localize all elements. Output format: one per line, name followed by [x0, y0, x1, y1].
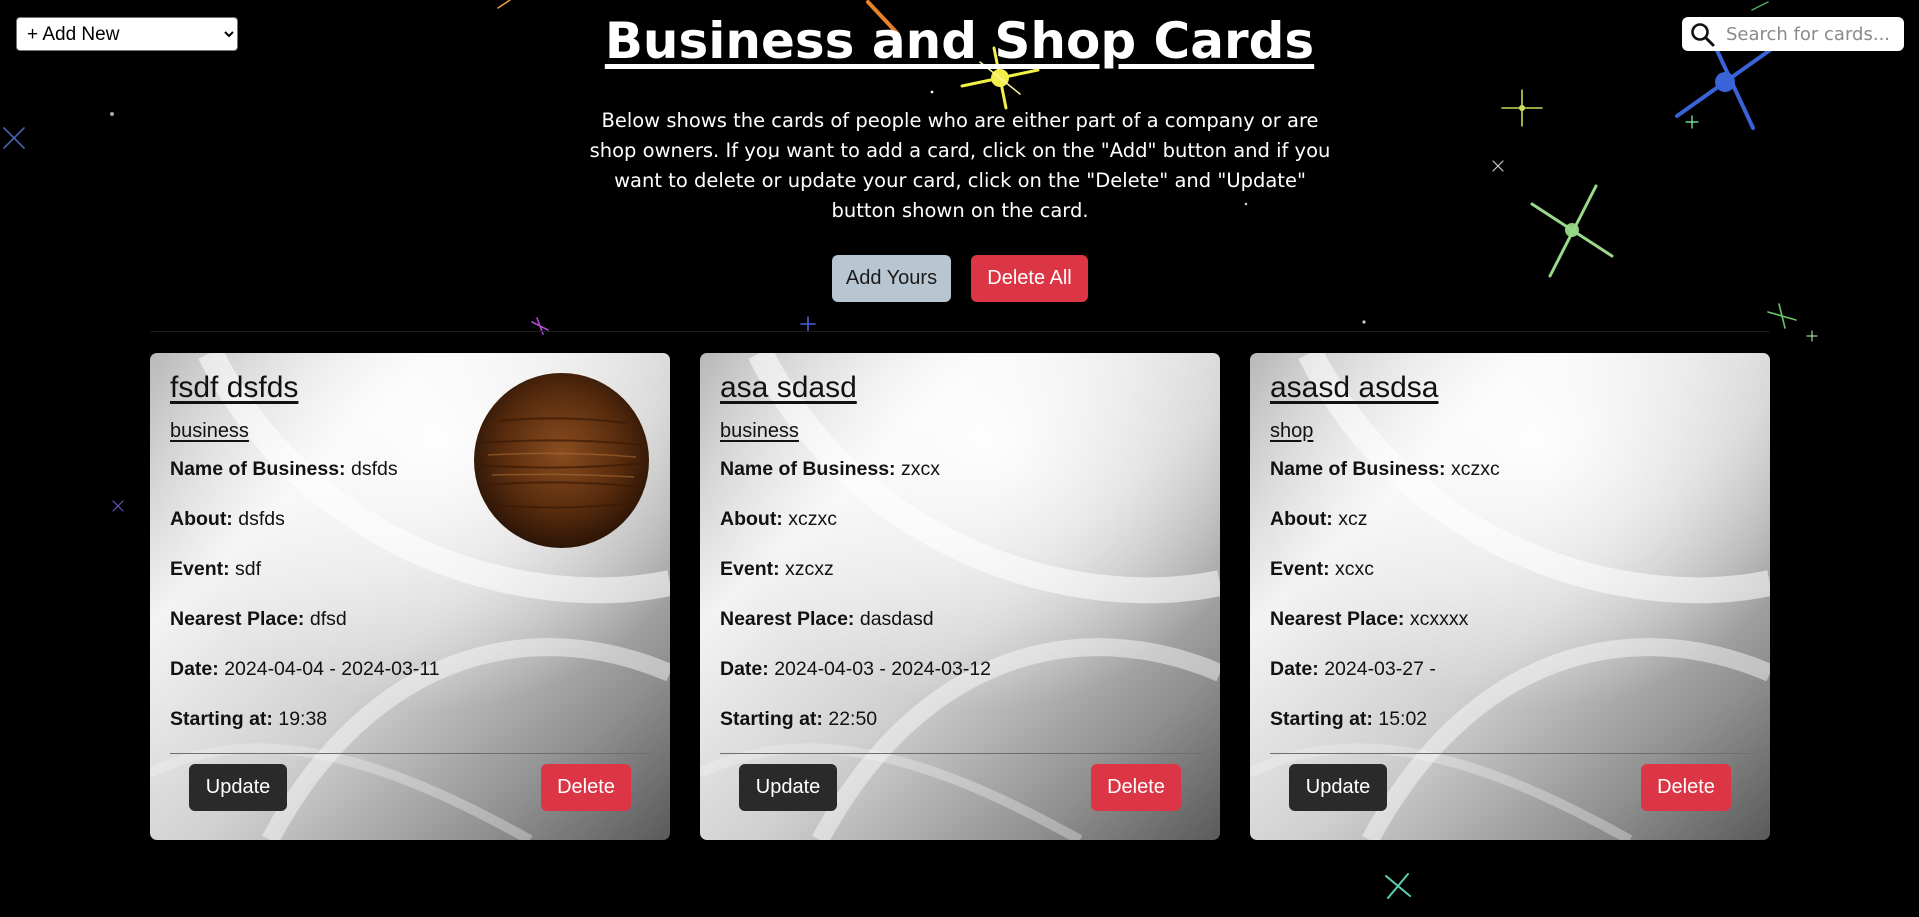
starting-at-row: Starting at: 19:38: [170, 708, 327, 731]
page-title: Business and Shop Cards: [604, 12, 1315, 70]
card-name: asasd asdsa: [1270, 371, 1439, 404]
section-divider: [150, 331, 1770, 332]
business-name-row: Name of Business: dsfds: [170, 458, 398, 481]
profile-photo: [474, 373, 649, 548]
business-name-row: Name of Business: zxcx: [720, 458, 940, 481]
event-row: Event: sdf: [170, 558, 261, 581]
nearest-place-value: dfsd: [309, 608, 347, 630]
card-divider: [170, 753, 650, 754]
starting-at-value: 22:50: [828, 708, 878, 730]
starting-at-label: Starting at:: [1270, 708, 1373, 730]
nearest-place-row: Nearest Place: dasdasd: [720, 608, 934, 631]
card-name: asa sdasd: [720, 371, 857, 404]
business-name-label: Name of Business:: [720, 458, 896, 480]
about-value: xcz: [1338, 508, 1368, 530]
event-row: Event: xcxc: [1270, 558, 1374, 581]
about-row: About: xcz: [1270, 508, 1367, 531]
business-name-label: Name of Business:: [170, 458, 346, 480]
event-value: sdf: [235, 558, 262, 580]
date-value: 2024-04-03 - 2024-03-12: [774, 658, 992, 680]
card-category: shop: [1270, 420, 1314, 442]
update-button[interactable]: Update: [739, 764, 837, 811]
date-label: Date:: [170, 658, 219, 680]
starting-at-value: 19:38: [278, 708, 328, 730]
business-name-value: xczxc: [1450, 458, 1500, 480]
delete-button[interactable]: Delete: [1091, 764, 1181, 811]
nearest-place-row: Nearest Place: xcxxxx: [1270, 608, 1468, 631]
event-label: Event:: [170, 558, 230, 580]
nearest-place-label: Nearest Place:: [720, 608, 855, 630]
about-row: About: xczxc: [720, 508, 837, 531]
about-label: About:: [720, 508, 783, 530]
nearest-place-label: Nearest Place:: [170, 608, 305, 630]
starting-at-row: Starting at: 22:50: [720, 708, 877, 731]
date-row: Date: 2024-03-27 -: [1270, 658, 1436, 681]
date-label: Date:: [720, 658, 769, 680]
delete-all-button[interactable]: Delete All: [971, 255, 1088, 302]
update-button[interactable]: Update: [189, 764, 287, 811]
date-value: 2024-03-27 -: [1324, 658, 1436, 680]
event-value: xzcxz: [785, 558, 834, 580]
nearest-place-value: dasdasd: [859, 608, 934, 630]
update-button[interactable]: Update: [1289, 764, 1387, 811]
delete-button[interactable]: Delete: [1641, 764, 1731, 811]
event-row: Event: xzcxz: [720, 558, 834, 581]
business-name-value: dsfds: [350, 458, 398, 480]
nearest-place-value: xcxxxx: [1409, 608, 1469, 630]
card-category: business: [170, 420, 249, 442]
about-label: About:: [170, 508, 233, 530]
about-label: About:: [1270, 508, 1333, 530]
starting-at-row: Starting at: 15:02: [1270, 708, 1427, 731]
event-label: Event:: [720, 558, 780, 580]
card-divider: [1270, 753, 1750, 754]
date-row: Date: 2024-04-04 - 2024-03-11: [170, 658, 440, 681]
card-category: business: [720, 420, 799, 442]
business-card: asa sdasd business Name of Business: zxc…: [700, 353, 1220, 840]
date-value: 2024-04-04 - 2024-03-11: [224, 658, 440, 680]
card-name: fsdf dsfds: [170, 371, 299, 404]
starting-at-label: Starting at:: [720, 708, 823, 730]
add-yours-button[interactable]: Add Yours: [832, 255, 951, 302]
about-row: About: dsfds: [170, 508, 285, 531]
business-card: fsdf dsfds business Name of Business: ds…: [150, 353, 670, 840]
about-value: xczxc: [788, 508, 837, 530]
starting-at-value: 15:02: [1378, 708, 1428, 730]
event-label: Event:: [1270, 558, 1330, 580]
card-divider: [720, 753, 1200, 754]
date-row: Date: 2024-04-03 - 2024-03-12: [720, 658, 991, 681]
delete-button[interactable]: Delete: [541, 764, 631, 811]
date-label: Date:: [1270, 658, 1319, 680]
starting-at-label: Starting at:: [170, 708, 273, 730]
intro-text: Below shows the cards of people who are …: [589, 109, 1331, 222]
business-name-label: Name of Business:: [1270, 458, 1446, 480]
business-name-value: zxcx: [900, 458, 940, 480]
business-name-row: Name of Business: xczxc: [1270, 458, 1500, 481]
business-card: asasd asdsa shop Name of Business: xczxc…: [1250, 353, 1770, 840]
event-value: xcxc: [1335, 558, 1375, 580]
nearest-place-label: Nearest Place:: [1270, 608, 1405, 630]
nearest-place-row: Nearest Place: dfsd: [170, 608, 347, 631]
about-value: dsfds: [238, 508, 285, 530]
